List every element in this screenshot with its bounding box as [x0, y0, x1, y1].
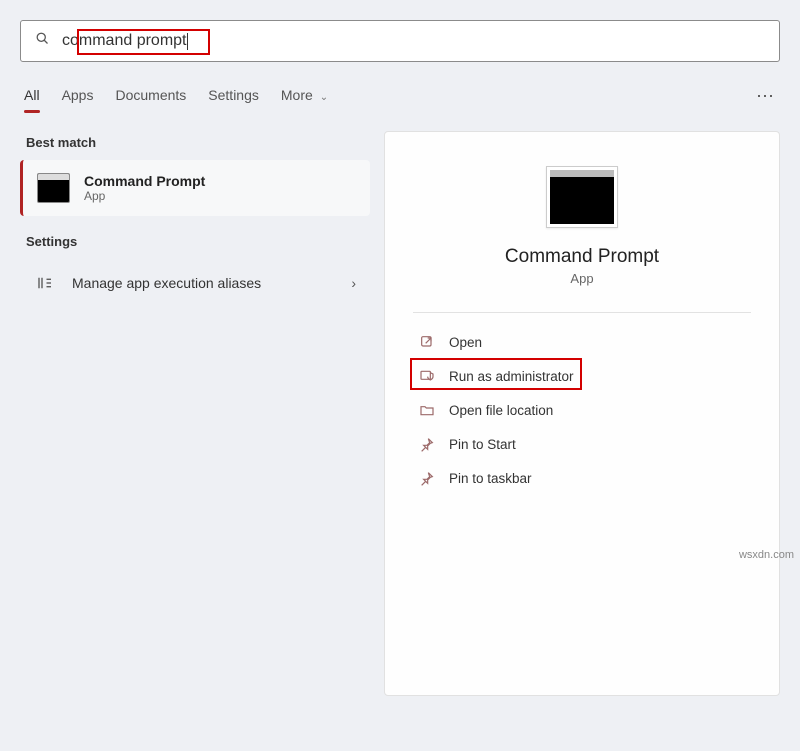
preview-app-icon [546, 166, 618, 228]
section-header-best-match: Best match [20, 131, 370, 160]
text-caret [187, 33, 188, 50]
preview-panel: Command Prompt App Open Run as administr… [384, 131, 780, 696]
settings-item-aliases[interactable]: Manage app execution aliases › [20, 259, 370, 307]
chevron-down-icon: ⌄ [320, 92, 328, 103]
filter-tabs: All Apps Documents Settings More ⌄ ⋯ [20, 86, 780, 113]
section-header-settings: Settings [20, 230, 370, 259]
search-query-text: command prompt [62, 32, 187, 50]
pin-icon [419, 470, 435, 486]
tab-apps[interactable]: Apps [62, 87, 94, 113]
action-label: Pin to Start [449, 437, 516, 452]
tab-settings[interactable]: Settings [208, 87, 259, 113]
action-label: Open [449, 335, 482, 350]
action-pin-to-taskbar[interactable]: Pin to taskbar [413, 461, 751, 495]
preview-subtitle: App [413, 271, 751, 286]
command-prompt-icon [37, 173, 70, 203]
open-icon [419, 334, 435, 350]
search-icon [35, 31, 62, 51]
search-box[interactable]: command prompt [20, 20, 780, 62]
action-label: Pin to taskbar [449, 471, 532, 486]
preview-title: Command Prompt [413, 246, 751, 268]
action-open-file-location[interactable]: Open file location [413, 393, 751, 427]
action-pin-to-start[interactable]: Pin to Start [413, 427, 751, 461]
best-match-result[interactable]: Command Prompt App [20, 160, 370, 216]
pin-icon [419, 436, 435, 452]
tab-documents[interactable]: Documents [115, 87, 186, 113]
best-match-subtitle: App [84, 189, 205, 203]
action-run-as-administrator[interactable]: Run as administrator [413, 359, 751, 393]
folder-icon [419, 402, 435, 418]
tab-all[interactable]: All [24, 87, 40, 113]
watermark: wsxdn.com [739, 549, 794, 561]
action-label: Open file location [449, 403, 553, 418]
action-label: Run as administrator [449, 369, 574, 384]
shield-icon [419, 368, 435, 384]
settings-item-label: Manage app execution aliases [72, 275, 335, 291]
best-match-title: Command Prompt [84, 173, 205, 189]
aliases-icon [34, 272, 56, 294]
chevron-right-icon: › [351, 275, 356, 291]
tab-more[interactable]: More ⌄ [281, 87, 328, 113]
tab-more-label: More [281, 87, 313, 103]
action-open[interactable]: Open [413, 325, 751, 359]
divider [413, 312, 751, 313]
overflow-menu-button[interactable]: ⋯ [756, 86, 776, 113]
